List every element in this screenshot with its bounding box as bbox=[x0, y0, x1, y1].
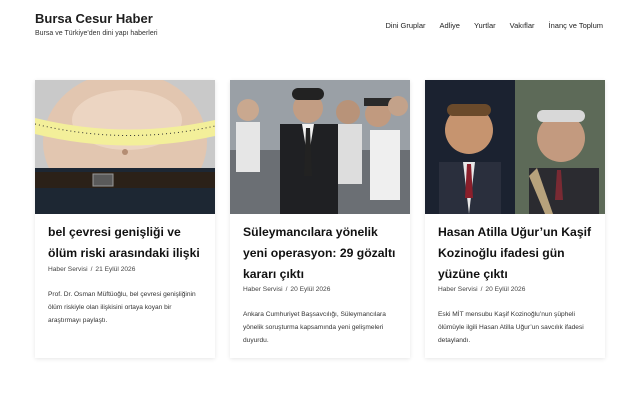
portraits-image bbox=[425, 80, 605, 214]
article-author[interactable]: Haber Servisi bbox=[48, 266, 88, 273]
article-date: 20 Eylül 2026 bbox=[485, 286, 526, 293]
site-tagline: Bursa ve Türkiye'den dini yapı haberleri bbox=[35, 30, 158, 37]
article-image[interactable] bbox=[425, 80, 605, 214]
article-excerpt: Eski MİT mensubu Kaşif Kozinoğlu’nun şüp… bbox=[438, 311, 584, 344]
meta-separator: / bbox=[285, 286, 288, 293]
nav-item-inanc-ve-toplum[interactable]: İnanç ve Toplum bbox=[549, 21, 603, 30]
article-card: bel çevresi genişliği ve ölüm riski aras… bbox=[35, 80, 215, 358]
site-title[interactable]: Bursa Cesur Haber bbox=[35, 11, 153, 26]
nav-item-adliye[interactable]: Adliye bbox=[440, 21, 460, 30]
article-excerpt: Prof. Dr. Osman Müftüoğlu, bel çevresi g… bbox=[48, 291, 196, 324]
nav-item-yurtlar[interactable]: Yurtlar bbox=[474, 21, 496, 30]
crowd-photo-image bbox=[230, 80, 410, 214]
article-excerpt: Ankara Cumhuriyet Başsavcılığı, Süleyman… bbox=[243, 311, 386, 344]
nav-item-vakiflar[interactable]: Vakıflar bbox=[510, 21, 535, 30]
waist-measurement-image bbox=[35, 80, 215, 214]
article-meta: Haber Servisi/21 Eylül 2026 bbox=[48, 266, 135, 273]
article-author[interactable]: Haber Servisi bbox=[438, 286, 478, 293]
main-nav: Dini Gruplar Adliye Yurtlar Vakıflar İna… bbox=[386, 21, 604, 30]
article-date: 20 Eylül 2026 bbox=[290, 286, 331, 293]
article-title[interactable]: Hasan Atilla Uğur’un Kaşif Kozinoğlu ifa… bbox=[438, 222, 598, 285]
article-image[interactable] bbox=[230, 80, 410, 214]
article-meta: Haber Servisi/20 Eylül 2026 bbox=[243, 286, 330, 293]
article-card: Süleymancılara yönelik yeni operasyon: 2… bbox=[230, 80, 410, 358]
article-title[interactable]: bel çevresi genişliği ve ölüm riski aras… bbox=[48, 222, 208, 264]
article-meta: Haber Servisi/20 Eylül 2026 bbox=[438, 286, 525, 293]
meta-separator: / bbox=[90, 266, 93, 273]
site-header: Bursa Cesur Haber Bursa ve Türkiye'den d… bbox=[0, 0, 640, 60]
nav-item-dini-gruplar[interactable]: Dini Gruplar bbox=[386, 21, 426, 30]
article-date: 21 Eylül 2026 bbox=[95, 266, 136, 273]
article-card: Hasan Atilla Uğur’un Kaşif Kozinoğlu ifa… bbox=[425, 80, 605, 358]
article-image[interactable] bbox=[35, 80, 215, 214]
article-author[interactable]: Haber Servisi bbox=[243, 286, 283, 293]
meta-separator: / bbox=[480, 286, 483, 293]
article-title[interactable]: Süleymancılara yönelik yeni operasyon: 2… bbox=[243, 222, 403, 285]
